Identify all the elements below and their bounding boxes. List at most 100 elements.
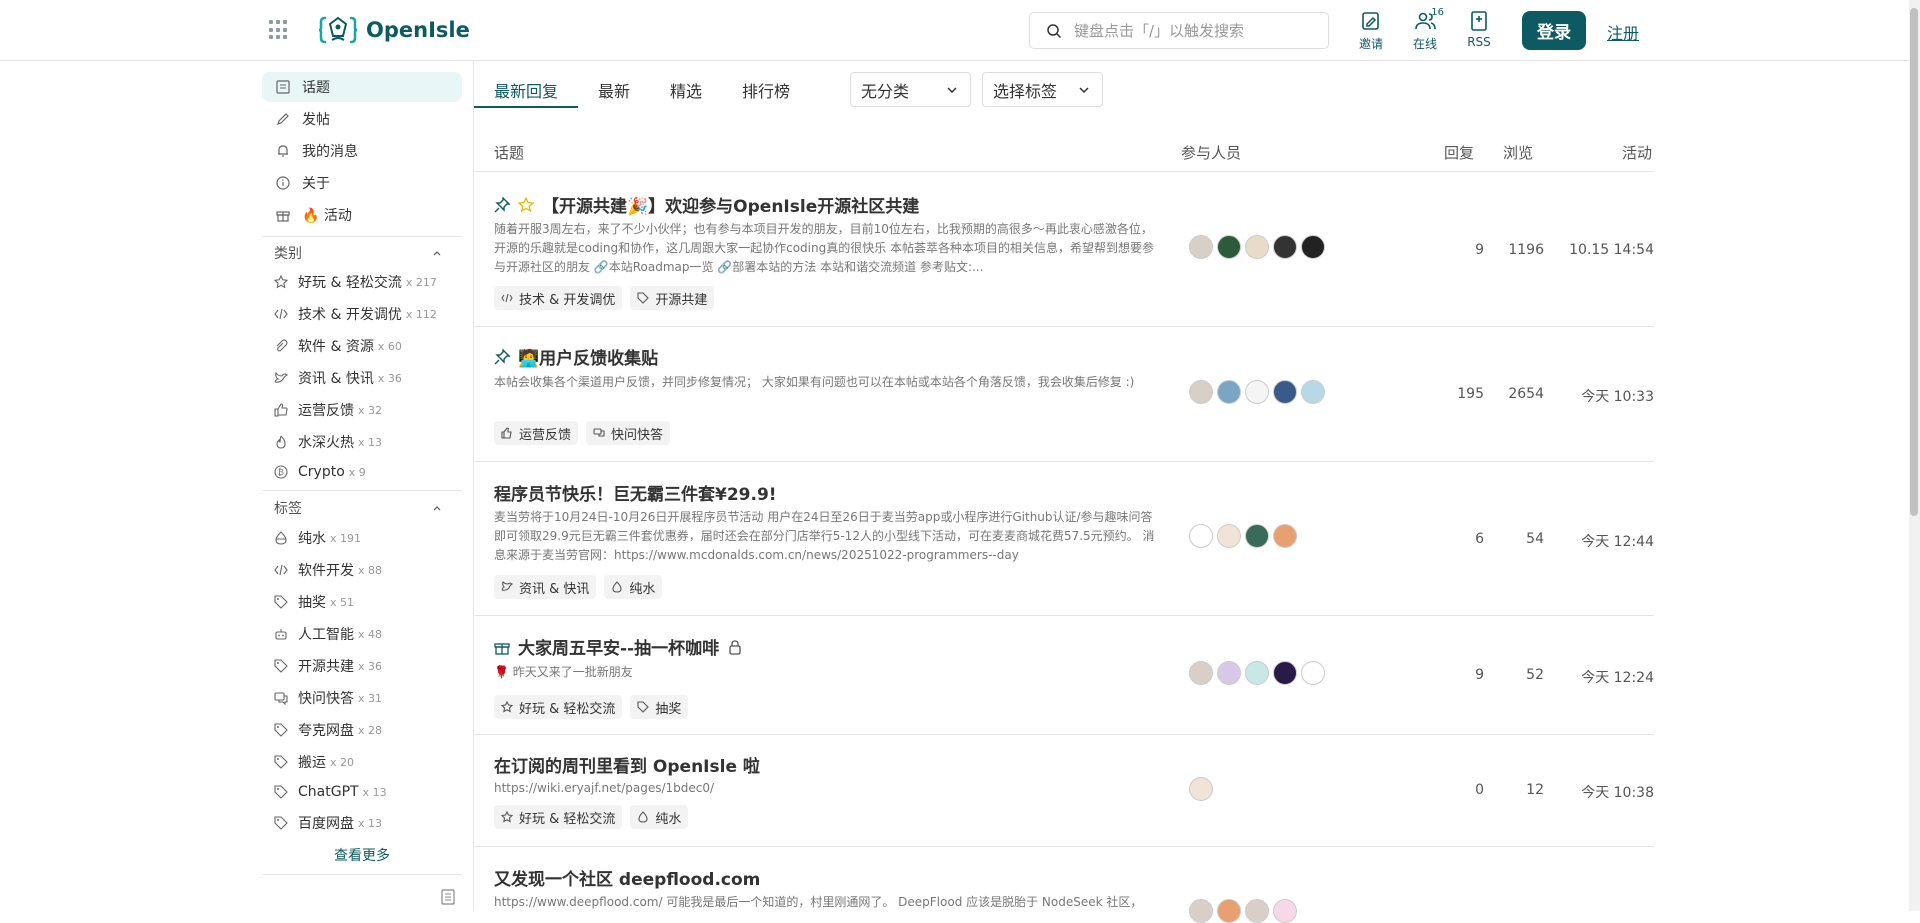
tag-count: x 13 bbox=[358, 816, 383, 830]
topic-title-wrap[interactable]: 【开源共建🎉】欢迎参与OpenIsle开源社区共建 bbox=[494, 192, 919, 217]
site-logo[interactable]: OpenIsle bbox=[318, 10, 470, 50]
svg-text:₿: ₿ bbox=[278, 468, 284, 477]
category-item-crypto[interactable]: ₿ Crypto x 9 bbox=[262, 459, 462, 485]
avatar[interactable] bbox=[1245, 661, 1269, 685]
topic-tag[interactable]: 快问快答 bbox=[586, 421, 671, 445]
topic-row[interactable]: 【开源共建🎉】欢迎参与OpenIsle开源社区共建 随着开服3周左右，来了不少小… bbox=[474, 173, 1654, 327]
see-more-link[interactable]: 查看更多 bbox=[262, 845, 462, 865]
avatar[interactable] bbox=[1217, 899, 1241, 923]
avatar[interactable] bbox=[1245, 235, 1269, 259]
avatar[interactable] bbox=[1245, 524, 1269, 548]
topic-title-wrap[interactable]: 又发现一个社区 deepflood.com bbox=[494, 865, 760, 890]
avatar[interactable] bbox=[1301, 380, 1325, 404]
topic-row[interactable]: 又发现一个社区 deepflood.com https://www.deepfl… bbox=[474, 847, 1654, 923]
topic-tag[interactable]: 纯水 bbox=[630, 805, 689, 829]
tag-item[interactable]: 纯水 x 191 bbox=[262, 525, 462, 551]
code-icon bbox=[274, 308, 288, 320]
topic-title-wrap[interactable]: 🧑‍💻用户反馈收集贴 bbox=[494, 344, 658, 369]
topic-title-wrap[interactable]: 在订阅的周刊里看到 OpenIsle 啦 bbox=[494, 752, 760, 777]
tab-latest[interactable]: 最新 bbox=[578, 72, 650, 108]
avatar[interactable] bbox=[1189, 524, 1213, 548]
topic-title[interactable]: 大家周五早安--抽一杯咖啡 bbox=[518, 634, 719, 659]
search-box[interactable] bbox=[1029, 12, 1329, 49]
avatar[interactable] bbox=[1245, 899, 1269, 923]
topic-row[interactable]: 程序员节快乐！巨无霸三件套¥29.9! 麦当劳将于10月24日-10月26日开展… bbox=[474, 462, 1654, 616]
register-link[interactable]: 注册 bbox=[1607, 20, 1639, 44]
tag-item[interactable]: 开源共建 x 36 bbox=[262, 653, 462, 679]
tab-featured[interactable]: 精选 bbox=[650, 72, 722, 108]
avatar[interactable] bbox=[1217, 380, 1241, 404]
avatar[interactable] bbox=[1273, 899, 1297, 923]
avatar[interactable] bbox=[1301, 235, 1325, 259]
topic-title[interactable]: 在订阅的周刊里看到 OpenIsle 啦 bbox=[494, 752, 760, 777]
avatar[interactable] bbox=[1189, 235, 1213, 259]
avatar[interactable] bbox=[1273, 661, 1297, 685]
topic-title[interactable]: 程序员节快乐！巨无霸三件套¥29.9! bbox=[494, 480, 777, 505]
tag-item[interactable]: 夸克网盘 x 28 bbox=[262, 717, 462, 743]
avatar[interactable] bbox=[1189, 777, 1213, 801]
avatar[interactable] bbox=[1273, 524, 1297, 548]
category-item-fun[interactable]: 好玩 & 轻松交流 x 217 bbox=[262, 269, 462, 295]
category-item-software[interactable]: 软件 & 资源 x 60 bbox=[262, 333, 462, 359]
tags-header[interactable]: 标签 bbox=[262, 495, 462, 521]
category-item-hot[interactable]: 水深火热 x 13 bbox=[262, 429, 462, 455]
scrollbar-thumb[interactable] bbox=[1910, 8, 1918, 516]
topic-tag[interactable]: 抽奖 bbox=[630, 695, 689, 719]
tag-item[interactable]: 人工智能 x 48 bbox=[262, 621, 462, 647]
topic-tag[interactable]: 好玩 & 轻松交流 bbox=[494, 695, 623, 719]
avatar[interactable] bbox=[1217, 235, 1241, 259]
topic-title-wrap[interactable]: 程序员节快乐！巨无霸三件套¥29.9! bbox=[494, 480, 777, 505]
nav-item-topics[interactable]: 话题 bbox=[262, 72, 462, 102]
nav-item-about[interactable]: 关于 bbox=[262, 168, 462, 198]
tag-item[interactable]: 快问快答 x 31 bbox=[262, 685, 462, 711]
topic-tag[interactable]: 好玩 & 轻松交流 bbox=[494, 805, 623, 829]
topic-tag[interactable]: 开源共建 bbox=[630, 286, 715, 310]
tag-item[interactable]: 抽奖 x 51 bbox=[262, 589, 462, 615]
tag-item[interactable]: 软件开发 x 88 bbox=[262, 557, 462, 583]
participants bbox=[1189, 380, 1325, 404]
nav-item-post[interactable]: 发帖 bbox=[262, 104, 462, 134]
search-input[interactable] bbox=[1074, 21, 1304, 40]
avatar[interactable] bbox=[1189, 661, 1213, 685]
tag-item[interactable]: 搬运 x 20 bbox=[262, 749, 462, 775]
online-button[interactable]: 在线 16 bbox=[1400, 7, 1450, 52]
category-item-news[interactable]: 资讯 & 快讯 x 36 bbox=[262, 365, 462, 391]
topic-row[interactable]: 大家周五早安--抽一杯咖啡 🌹 昨天又来了一批新朋友 好玩 & 轻松交流 抽奖 … bbox=[474, 616, 1654, 735]
invite-button[interactable]: 邀请 bbox=[1346, 10, 1396, 52]
login-button[interactable]: 登录 bbox=[1522, 11, 1586, 50]
document-icon[interactable] bbox=[441, 889, 455, 905]
category-filter-select[interactable]: 无分类 bbox=[850, 72, 971, 107]
topic-tag[interactable]: 技术 & 开发调优 bbox=[494, 286, 623, 310]
topic-title[interactable]: 🧑‍💻用户反馈收集贴 bbox=[518, 344, 658, 369]
topic-row[interactable]: 在订阅的周刊里看到 OpenIsle 啦 https://wiki.eryajf… bbox=[474, 735, 1654, 847]
app-grid-icon[interactable] bbox=[269, 20, 289, 40]
robot-icon bbox=[275, 629, 287, 640]
tab-latest-reply[interactable]: 最新回复 bbox=[474, 72, 579, 108]
avatar[interactable] bbox=[1273, 235, 1297, 259]
avatar[interactable] bbox=[1301, 661, 1325, 685]
topic-tag[interactable]: 资讯 & 快讯 bbox=[494, 575, 597, 599]
nav-item-events[interactable]: 🔥 活动 bbox=[262, 200, 462, 230]
avatar[interactable] bbox=[1217, 524, 1241, 548]
tag-item[interactable]: 百度网盘 x 13 bbox=[262, 810, 462, 836]
categories-header[interactable]: 类别 bbox=[262, 240, 462, 266]
topic-row[interactable]: 🧑‍💻用户反馈收集贴 本帖会收集各个渠道用户反馈，并同步修复情况； 大家如果有问… bbox=[474, 327, 1654, 462]
rss-button[interactable]: RSS bbox=[1454, 10, 1504, 49]
topic-title-wrap[interactable]: 大家周五早安--抽一杯咖啡 bbox=[494, 634, 743, 659]
topic-tag[interactable]: 纯水 bbox=[604, 575, 663, 599]
tag-filter-select[interactable]: 选择标签 bbox=[982, 72, 1103, 107]
topic-title[interactable]: 【开源共建🎉】欢迎参与OpenIsle开源社区共建 bbox=[542, 192, 919, 217]
topic-tag[interactable]: 运营反馈 bbox=[494, 421, 579, 445]
avatar[interactable] bbox=[1189, 380, 1213, 404]
tag-item[interactable]: ChatGPT x 13 bbox=[262, 779, 462, 805]
category-item-tech[interactable]: 技术 & 开发调优 x 112 bbox=[262, 301, 462, 327]
avatar[interactable] bbox=[1245, 380, 1269, 404]
category-item-feedback[interactable]: 运营反馈 x 32 bbox=[262, 397, 462, 423]
avatar[interactable] bbox=[1273, 380, 1297, 404]
tag-icon bbox=[274, 723, 288, 737]
avatar[interactable] bbox=[1189, 899, 1213, 923]
avatar[interactable] bbox=[1217, 661, 1241, 685]
topic-title[interactable]: 又发现一个社区 deepflood.com bbox=[494, 865, 760, 890]
tab-ranking[interactable]: 排行榜 bbox=[722, 72, 810, 108]
nav-item-messages[interactable]: 我的消息 bbox=[262, 136, 462, 166]
